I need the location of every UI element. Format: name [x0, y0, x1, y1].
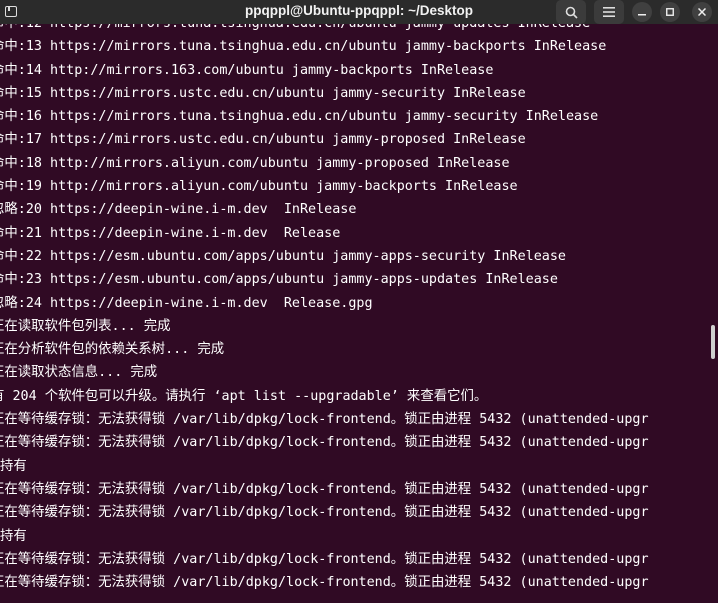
terminal-line: 正在分析软件包的依赖关系树... 完成: [0, 342, 225, 358]
terminal-line: 命中:19 http://mirrors.aliyun.com/ubuntu j…: [0, 179, 518, 195]
close-button[interactable]: [692, 2, 712, 22]
close-icon: [698, 8, 706, 16]
terminal-line: 命中:23 https://esm.ubuntu.com/apps/ubuntu…: [0, 272, 558, 288]
terminal-line: 命中:22 https://esm.ubuntu.com/apps/ubuntu…: [0, 248, 566, 264]
terminal-scrollbar[interactable]: [711, 325, 715, 359]
terminal-line: 命中:12 https://mirrors.tuna.tsinghua.edu.…: [0, 24, 649, 35]
search-icon: [565, 6, 578, 19]
terminal-line: 命中:13 https://mirrors.tuna.tsinghua.edu.…: [0, 39, 607, 55]
maximize-icon: [666, 8, 674, 16]
terminal-line: 命中:14 http://mirrors.163.com/ubuntu jamm…: [0, 62, 494, 78]
terminal-lines: 命中:12 https://mirrors.tuna.tsinghua.edu.…: [0, 24, 649, 594]
terminal-line: 正在等待缓存锁：无法获得锁 /var/lib/dpkg/lock-fronten…: [0, 505, 649, 521]
terminal-line: 命中:15 https://mirrors.ustc.edu.cn/ubuntu…: [0, 85, 526, 101]
terminal-line: 正在等待缓存锁：无法获得锁 /var/lib/dpkg/lock-fronten…: [0, 412, 649, 428]
terminal-line: 命中:17 https://mirrors.ustc.edu.cn/ubuntu…: [0, 132, 526, 148]
terminal-line: 正在读取状态信息... 完成: [0, 365, 158, 381]
terminal-line: 有 204 个软件包可以升级。请执行 ‘apt list --upgradabl…: [0, 388, 488, 404]
minimize-icon: [638, 14, 646, 16]
terminal-line: 正在读取软件包列表... 完成: [0, 318, 171, 334]
terminal-line: 持有: [0, 458, 27, 474]
minimize-button[interactable]: [632, 2, 652, 22]
terminal-line: 正在等待缓存锁：无法获得锁 /var/lib/dpkg/lock-fronten…: [0, 575, 649, 591]
search-button[interactable]: [556, 0, 586, 24]
terminal-line: 正在等待缓存锁：无法获得锁 /var/lib/dpkg/lock-fronten…: [0, 481, 649, 497]
terminal-line: 忽略:24 https://deepin-wine.i-m.dev Releas…: [0, 295, 373, 311]
terminal-line: 命中:18 http://mirrors.aliyun.com/ubuntu j…: [0, 155, 510, 171]
terminal-line: 命中:16 https://mirrors.tuna.tsinghua.edu.…: [0, 109, 599, 125]
hamburger-menu-icon: [603, 7, 615, 17]
terminal-line: 持有: [0, 528, 27, 544]
menu-button[interactable]: [594, 0, 624, 24]
maximize-button[interactable]: [660, 2, 680, 22]
window-controls: [556, 0, 712, 24]
terminal-line: 正在等待缓存锁：无法获得锁 /var/lib/dpkg/lock-fronten…: [0, 435, 649, 451]
terminal-line: 命中:21 https://deepin-wine.i-m.dev Releas…: [0, 225, 341, 241]
title-bar: ppqppl@Ubuntu-ppqppl: ~/Desktop: [0, 0, 718, 24]
terminal-output[interactable]: 命中:12 https://mirrors.tuna.tsinghua.edu.…: [0, 24, 704, 603]
terminal-line: 忽略:20 https://deepin-wine.i-m.dev InRele…: [0, 202, 357, 218]
terminal-line: 正在等待缓存锁：无法获得锁 /var/lib/dpkg/lock-fronten…: [0, 551, 649, 567]
